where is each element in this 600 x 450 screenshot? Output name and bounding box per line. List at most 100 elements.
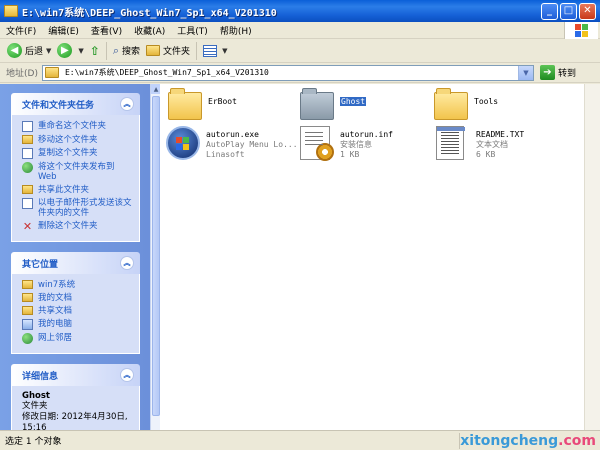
file-description: AutoPlay Menu Lo... (206, 140, 298, 149)
task-pane: 文件和文件夹任务 ︽ 重命名这个文件夹 移动这个文件夹 复制这个文件夹 将这个文… (0, 84, 150, 430)
chevron-down-icon[interactable]: ▼ (517, 65, 533, 80)
file-item-ghost[interactable]: Ghost (300, 88, 367, 122)
place-win7[interactable]: win7系统 (22, 280, 134, 290)
collapse-icon[interactable]: ︽ (120, 97, 134, 111)
folder-icon (44, 67, 59, 78)
chevron-down-icon[interactable]: ▼ (78, 47, 83, 55)
menu-tools[interactable]: 工具(T) (171, 24, 214, 37)
task-rename[interactable]: 重命名这个文件夹 (22, 121, 134, 132)
forward-arrow-icon: ▶ (57, 43, 73, 58)
file-item-readme[interactable]: README.TXT 文本文档 6 KB (436, 126, 524, 160)
menu-view[interactable]: 查看(V) (85, 24, 128, 37)
details-panel: 详细信息 ︽ Ghost 文件夹 修改日期: 2012年4月30日, 15:16 (11, 364, 140, 430)
search-button[interactable]: ⌕ 搜索 (110, 41, 143, 61)
place-my-computer[interactable]: 我的电脑 (22, 319, 134, 330)
menu-edit[interactable]: 编辑(E) (42, 24, 85, 37)
place-my-documents[interactable]: 我的文档 (22, 293, 134, 303)
title-bar[interactable]: E:\win7系统\DEEP_Ghost_Win7_Sp1_x64_V20131… (0, 0, 600, 22)
windows-logo-icon (564, 22, 598, 39)
panel-header[interactable]: 详细信息 ︽ (11, 364, 140, 386)
task-copy[interactable]: 复制这个文件夹 (22, 148, 134, 159)
address-input[interactable]: E:\win7系统\DEEP_Ghost_Win7_Sp1_x64_V20131… (41, 64, 534, 81)
toolbar: ◀ 后退 ▼ ▶ ▼ ⇧ ⌕ 搜索 文件夹 ▼ (0, 39, 600, 63)
close-button[interactable]: ✕ (579, 2, 596, 20)
file-publisher: Linasoft (206, 150, 245, 159)
panel-body: Ghost 文件夹 修改日期: 2012年4月30日, 15:16 (11, 386, 140, 430)
file-size: 6 KB (476, 150, 496, 159)
views-icon (203, 44, 218, 57)
file-name: Ghost (340, 88, 367, 107)
status-text: 选定 1 个对象 (0, 432, 460, 449)
place-network[interactable]: 网上邻居 (22, 333, 134, 344)
toolbar-divider (105, 41, 107, 60)
text-document-icon (436, 126, 470, 160)
place-label: win7系统 (38, 280, 76, 290)
forward-button[interactable]: ▶ ▼ (54, 41, 86, 61)
detail-modified: 修改日期: 2012年4月30日, 15:16 (22, 412, 128, 430)
file-item-autorun-inf[interactable]: autorun.inf 安装信息 1 KB (300, 126, 393, 161)
address-label: 地址(D) (6, 69, 38, 79)
panel-header[interactable]: 文件和文件夹任务 ︽ (11, 93, 140, 115)
file-label: autorun.exe AutoPlay Menu Lo... Linasoft (206, 126, 298, 160)
file-name: ErBoot (208, 97, 237, 106)
chevron-down-icon[interactable]: ▼ (46, 47, 51, 55)
up-folder-icon: ⇧ (89, 43, 100, 58)
file-label: autorun.inf 安装信息 1 KB (340, 126, 393, 160)
scroll-thumb[interactable] (152, 96, 160, 416)
chevron-down-icon[interactable]: ▼ (222, 47, 227, 55)
back-button[interactable]: ◀ 后退 ▼ (4, 41, 54, 61)
watermark: xitongcheng.com (460, 433, 596, 449)
watermark-text: xitongcheng (460, 433, 559, 449)
file-tasks-panel: 文件和文件夹任务 ︽ 重命名这个文件夹 移动这个文件夹 复制这个文件夹 将这个文… (11, 93, 140, 242)
menu-favorites[interactable]: 收藏(A) (128, 24, 171, 37)
search-icon: ⌕ (112, 43, 120, 57)
collapse-icon[interactable]: ︽ (120, 256, 134, 270)
file-list: ErBoot Ghost Tools autorun.exe AutoPlay … (160, 84, 600, 430)
task-move[interactable]: 移动这个文件夹 (22, 135, 134, 145)
folder-icon (22, 280, 33, 289)
task-delete[interactable]: ✕ 删除这个文件夹 (22, 221, 134, 232)
network-icon (22, 333, 33, 344)
folders-button[interactable]: 文件夹 (143, 41, 193, 61)
task-share[interactable]: 共享此文件夹 (22, 185, 134, 195)
setup-info-icon (300, 126, 334, 161)
menu-help[interactable]: 帮助(H) (214, 24, 258, 37)
detail-name: Ghost (22, 391, 50, 401)
task-publish-web[interactable]: 将这个文件夹发布到 Web (22, 162, 134, 182)
minimize-button[interactable]: _ (541, 2, 558, 20)
views-button[interactable]: ▼ (200, 41, 230, 61)
file-type: 文本文档 (476, 140, 508, 149)
panel-header[interactable]: 其它位置 ︽ (11, 252, 140, 274)
task-email[interactable]: 以电子邮件形式发送该文件夹内的文件 (22, 198, 134, 218)
go-label: 转到 (557, 69, 576, 79)
rename-icon (22, 121, 33, 132)
menu-file[interactable]: 文件(F) (0, 24, 42, 37)
file-name: autorun.exe (206, 130, 259, 139)
file-item-tools[interactable]: Tools (434, 88, 498, 122)
application-icon (166, 126, 200, 160)
file-item-erboot[interactable]: ErBoot (168, 88, 237, 122)
file-item-autorun-exe[interactable]: autorun.exe AutoPlay Menu Lo... Linasoft (166, 126, 298, 160)
place-label: 我的文档 (38, 293, 73, 303)
file-name: Tools (474, 97, 499, 106)
task-pane-scrollbar[interactable]: ▲ (150, 84, 161, 430)
file-size: 1 KB (340, 150, 360, 159)
panel-body: win7系统 我的文档 共享文档 我的电脑 网上邻居 (11, 274, 140, 354)
address-path: E:\win7系统\DEEP_Ghost_Win7_Sp1_x64_V20131… (64, 68, 269, 77)
share-folder-icon (22, 185, 33, 194)
menu-bar: 文件(F) 编辑(E) 查看(V) 收藏(A) 工具(T) 帮助(H) (0, 22, 600, 39)
up-button[interactable]: ⇧ (87, 41, 103, 61)
place-shared-documents[interactable]: 共享文档 (22, 306, 134, 316)
folder-icon (22, 293, 33, 302)
delete-icon: ✕ (22, 219, 33, 233)
task-label: 将这个文件夹发布到 Web (38, 162, 115, 182)
folder-icon (434, 88, 468, 122)
task-label: 移动这个文件夹 (38, 135, 98, 145)
file-type: 安装信息 (340, 140, 372, 149)
collapse-icon[interactable]: ︽ (120, 368, 134, 382)
go-button[interactable]: ➔ 转到 (539, 65, 576, 80)
file-list-scrollbar[interactable] (584, 84, 600, 430)
toolbar-divider (196, 41, 198, 60)
maximize-button[interactable]: □ (560, 2, 577, 20)
email-icon (22, 198, 33, 209)
